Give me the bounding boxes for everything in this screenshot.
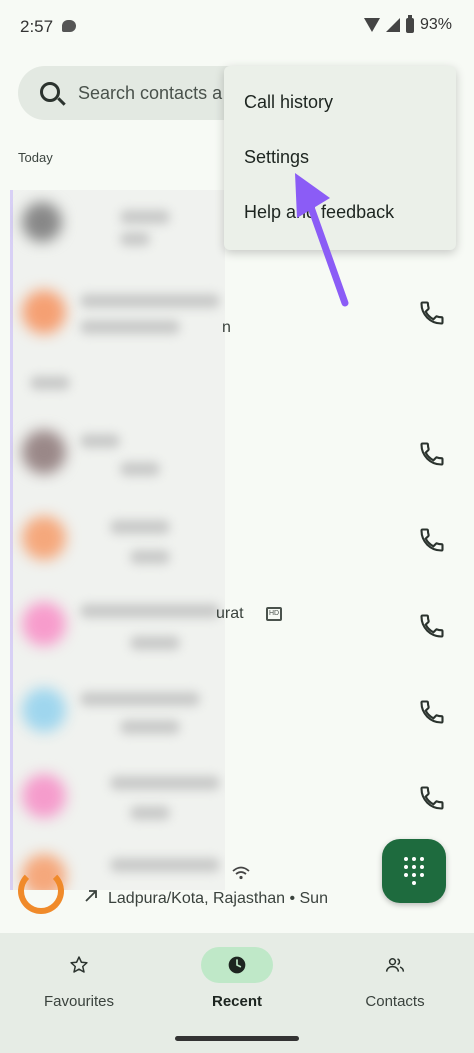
hd-call-icon: HD (266, 607, 282, 621)
section-label-today: Today (18, 150, 53, 165)
nav-recent[interactable]: Recent (158, 933, 316, 1053)
avatar (22, 688, 66, 732)
nav-favourites[interactable]: Favourites (0, 933, 158, 1053)
call-location-time: Ladpura/Kota, Rajasthan • Sun (108, 890, 328, 907)
wifi-call-icon (232, 866, 250, 883)
call-button[interactable] (418, 612, 446, 640)
blurred-text (80, 604, 220, 618)
blurred-text (80, 294, 220, 308)
blurred-text (80, 434, 120, 448)
avatar (22, 290, 66, 334)
blurred-text (130, 550, 170, 564)
avatar (18, 868, 64, 914)
blurred-text (110, 858, 220, 872)
blurred-text (110, 520, 170, 534)
blurred-text (30, 376, 70, 390)
blurred-text (130, 636, 180, 650)
annotation-arrow-icon (295, 173, 349, 307)
status-indicators: 93% (363, 14, 452, 34)
nav-label: Favourites (43, 993, 115, 1010)
call-button[interactable] (418, 526, 446, 554)
partial-contact-text: urat (216, 605, 244, 622)
blurred-text (120, 462, 160, 476)
gesture-handle[interactable] (175, 1036, 299, 1041)
blurred-text (120, 720, 180, 734)
people-icon (385, 958, 405, 972)
phone-icon (420, 786, 444, 810)
call-button[interactable] (418, 299, 446, 327)
call-button[interactable] (418, 784, 446, 812)
blurred-text (120, 232, 150, 246)
avatar (22, 774, 66, 818)
blurred-call-list (10, 190, 225, 890)
status-time: 2:57 (20, 17, 54, 36)
nav-label: Recent (211, 993, 263, 1010)
outgoing-call-icon (84, 889, 98, 908)
avatar (22, 602, 66, 646)
avatar (22, 202, 62, 242)
scroll-edge (10, 190, 13, 890)
blurred-text (80, 320, 180, 334)
star-icon (70, 956, 88, 973)
nav-contacts[interactable]: Contacts (316, 933, 474, 1053)
phone-icon (420, 442, 444, 466)
phone-icon (420, 700, 444, 724)
call-meta: Ladpura/Kota, Rajasthan • Sun (84, 889, 328, 908)
phone-icon (420, 614, 444, 638)
phone-icon (420, 301, 444, 325)
avatar (22, 516, 66, 560)
call-button[interactable] (418, 440, 446, 468)
battery-icon (405, 14, 414, 33)
blurred-text (120, 210, 170, 224)
signal-icon (385, 18, 400, 32)
blurred-text (80, 692, 200, 706)
bottom-navigation: Favourites Recent Contacts (0, 933, 474, 1053)
menu-item-call-history[interactable]: Call history (244, 92, 333, 113)
status-bar: 2:57 93% (0, 0, 474, 56)
search-icon (40, 82, 60, 102)
blurred-text (130, 806, 170, 820)
nav-label: Contacts (365, 993, 425, 1010)
battery-percent: 93% (419, 16, 452, 33)
chat-notification-icon (62, 20, 76, 32)
partial-contact-text: n (222, 319, 231, 336)
avatar (22, 430, 66, 474)
blurred-text (110, 776, 220, 790)
dialpad-button[interactable] (382, 839, 446, 903)
wifi-icon (363, 18, 380, 32)
phone-icon (420, 528, 444, 552)
menu-item-settings[interactable]: Settings (244, 147, 309, 168)
dialpad-icon (404, 857, 424, 885)
clock-icon (228, 956, 246, 974)
call-button[interactable] (418, 698, 446, 726)
search-placeholder: Search contacts a (78, 83, 223, 103)
